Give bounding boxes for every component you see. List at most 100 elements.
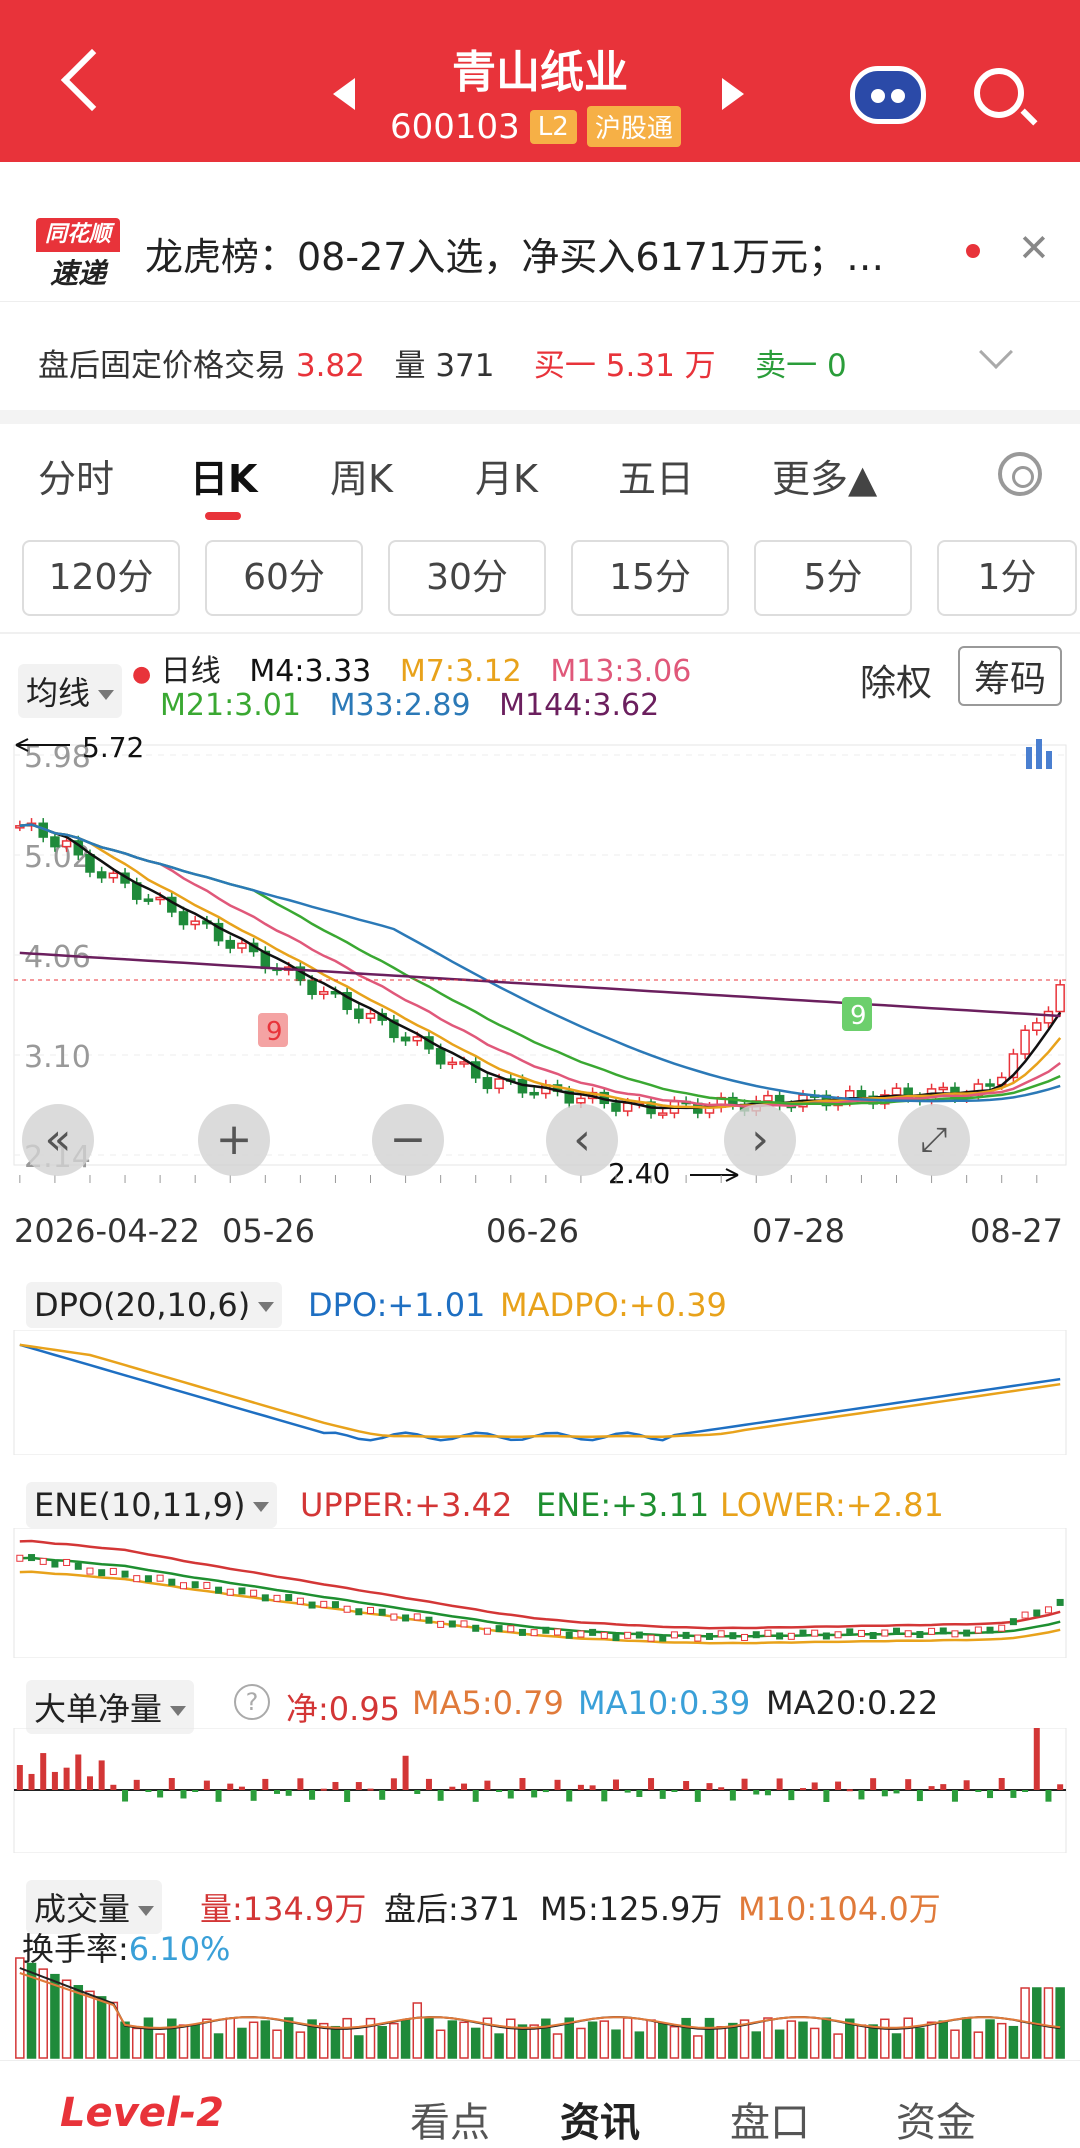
settings-icon[interactable] (998, 452, 1042, 496)
tab-monthly-k[interactable]: 月K (475, 448, 538, 503)
volume-bar (599, 2020, 610, 2059)
bigorder-chart[interactable] (0, 1728, 1080, 1853)
volume-bar (833, 2033, 843, 2059)
volume-bar (646, 2019, 656, 2059)
volume-bar (459, 2021, 469, 2059)
candle-body (190, 920, 200, 926)
bigorder-bar (951, 1790, 958, 1802)
bigorder-indicator-dropdown[interactable]: 大单净量 (26, 1680, 195, 1734)
ene-candle (425, 1616, 433, 1624)
volume-bar (716, 2025, 726, 2059)
ene-candle (612, 1634, 620, 1642)
bigorder-bar (1010, 1790, 1017, 1798)
volume-bar (763, 2017, 773, 2059)
candle-body (611, 1102, 621, 1112)
ma144-value: M144:3.62 (499, 688, 660, 723)
volume-bar (809, 2027, 820, 2059)
pill-5min[interactable]: 5分 (754, 540, 912, 616)
bigorder-bar (320, 1788, 327, 1791)
pill-1min[interactable]: 1分 (937, 540, 1077, 616)
ene-chart[interactable] (0, 1528, 1080, 1658)
pill-120min[interactable]: 120分 (22, 540, 180, 616)
next-stock-icon[interactable] (722, 78, 744, 110)
ene-candle (320, 1600, 328, 1608)
tab-daily-k[interactable]: 日K (190, 448, 257, 503)
scroll-right-icon[interactable]: › (724, 1104, 796, 1176)
ma33-value: M33:2.89 (329, 688, 471, 723)
bottom-tab-highlights[interactable]: 看点 (410, 2090, 490, 2148)
volume-chart[interactable] (0, 1928, 1080, 2060)
bigorder-bar (589, 1785, 596, 1790)
bigorder-bar (893, 1790, 900, 1794)
volume-bar (880, 2018, 890, 2059)
ene-candle (624, 1631, 632, 1639)
help-icon[interactable]: ? (234, 1684, 270, 1720)
bigorder-bar (1057, 1784, 1064, 1790)
volume-bar (657, 2022, 668, 2059)
search-icon[interactable] (974, 68, 1024, 118)
ene-candle (705, 1632, 713, 1640)
pill-30min[interactable]: 30分 (388, 540, 546, 616)
bottom-tab-orderbook[interactable]: 盘口 (730, 2090, 810, 2148)
chevron-down-icon[interactable] (979, 335, 1013, 369)
ene-candle (273, 1594, 281, 1602)
bigorder-bar (203, 1780, 210, 1790)
ene-candle (939, 1627, 947, 1635)
volume-bar (622, 2017, 633, 2059)
tab-weekly-k[interactable]: 周K (330, 448, 393, 503)
zoom-in-icon[interactable]: + (198, 1104, 270, 1176)
ene-candle (296, 1597, 304, 1605)
tab-more[interactable]: 更多▲ (772, 448, 877, 503)
dropdown-icon (170, 1706, 187, 1716)
bottom-tab-news[interactable]: 资讯 (560, 2090, 640, 2148)
tab-intraday[interactable]: 分时 (38, 448, 114, 503)
dpo-chart[interactable] (0, 1330, 1080, 1455)
bigorder-bar (297, 1778, 304, 1790)
bigorder-bar (238, 1786, 245, 1790)
fullscreen-icon[interactable]: ⤢ (898, 1104, 970, 1176)
volume-bar (950, 2029, 960, 2059)
volume-bar (61, 1979, 72, 2059)
bigorder-bar (180, 1790, 187, 1799)
robot-assistant-icon[interactable] (850, 66, 926, 124)
vol-m10-value: M10:104.0万 (738, 1890, 941, 1928)
chip-distribution-button[interactable]: 筹码 (958, 646, 1063, 706)
nine-turn-label: 9 (850, 1001, 867, 1031)
volume-bar (704, 2017, 715, 2059)
ene-candle (857, 1629, 865, 1637)
zoom-out-icon[interactable]: − (372, 1104, 444, 1176)
ene-candle (928, 1627, 936, 1635)
volume-bar (985, 2019, 995, 2059)
ex-rights-toggle[interactable]: 除权 (860, 654, 932, 706)
ene-candle (39, 1557, 47, 1565)
bigorder-bar (262, 1778, 269, 1790)
bigorder-bar (601, 1790, 608, 1802)
ene-candle (869, 1632, 877, 1640)
volume-bar (435, 2029, 446, 2059)
bigorder-bar (379, 1790, 386, 1800)
bigorder-bar (40, 1753, 47, 1790)
bigorder-bar (1045, 1790, 1052, 1802)
close-icon[interactable]: ✕ (1018, 226, 1050, 270)
dpo-indicator-dropdown[interactable]: DPO(20,10,6) (26, 1282, 283, 1328)
pill-60min[interactable]: 60分 (205, 540, 363, 616)
ene-candle (51, 1560, 59, 1568)
tab-five-day[interactable]: 五日 (618, 448, 694, 503)
bottom-tab-level2[interactable]: Level-2 (60, 2090, 224, 2136)
rewind-icon[interactable]: « (22, 1104, 94, 1176)
candle-body (856, 1090, 867, 1098)
volume-bar (424, 2017, 434, 2059)
ma-indicator-dropdown[interactable]: 均线 (18, 664, 123, 718)
bottom-tab-funds[interactable]: 资金 (896, 2090, 976, 2148)
scroll-left-icon[interactable]: ‹ (546, 1104, 618, 1176)
ene-indicator-dropdown[interactable]: ENE(10,11,9) (26, 1482, 278, 1528)
pill-15min[interactable]: 15分 (571, 540, 729, 616)
ene-candle (799, 1629, 807, 1637)
volume-bar (295, 2031, 306, 2059)
news-headline[interactable]: 龙虎榜：08-27入选，净买入6171万元；… (145, 226, 884, 281)
prev-stock-icon[interactable] (333, 78, 355, 110)
bigorder-bar (227, 1783, 234, 1790)
after-hours-volume-value: 盘后:371 (384, 1890, 520, 1928)
ene-candle (390, 1613, 398, 1621)
volume-bar (155, 2033, 165, 2059)
